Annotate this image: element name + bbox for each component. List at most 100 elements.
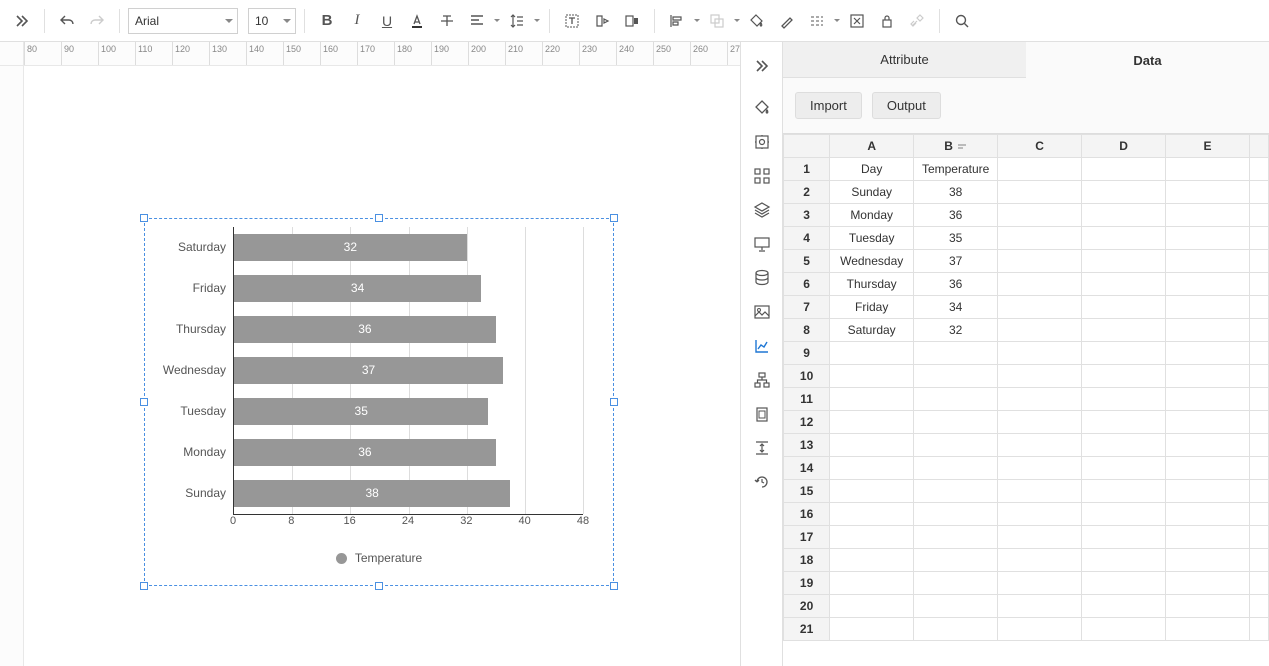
cell[interactable] bbox=[914, 595, 998, 618]
cell[interactable]: Friday bbox=[830, 296, 914, 319]
cell[interactable] bbox=[1250, 572, 1269, 595]
cell[interactable] bbox=[830, 434, 914, 457]
row-header[interactable]: 6 bbox=[784, 273, 830, 296]
cell[interactable] bbox=[998, 480, 1082, 503]
cell[interactable] bbox=[1082, 342, 1166, 365]
chart-bar[interactable]: 32 bbox=[234, 234, 467, 260]
cell[interactable] bbox=[830, 411, 914, 434]
cell[interactable] bbox=[914, 365, 998, 388]
strikethrough-button[interactable] bbox=[433, 7, 461, 35]
row-header[interactable]: 15 bbox=[784, 480, 830, 503]
cell[interactable] bbox=[1166, 549, 1250, 572]
cell[interactable] bbox=[998, 503, 1082, 526]
cell[interactable] bbox=[1250, 480, 1269, 503]
cell[interactable] bbox=[1166, 204, 1250, 227]
cell[interactable] bbox=[1082, 296, 1166, 319]
cell[interactable] bbox=[1082, 526, 1166, 549]
cell[interactable] bbox=[1082, 572, 1166, 595]
resize-handle-tl[interactable] bbox=[140, 214, 148, 222]
cell[interactable]: Monday bbox=[830, 204, 914, 227]
cell[interactable] bbox=[1082, 595, 1166, 618]
cell[interactable] bbox=[998, 595, 1082, 618]
cell[interactable] bbox=[1082, 181, 1166, 204]
cell[interactable] bbox=[998, 411, 1082, 434]
chart-selection[interactable]: Saturday32Friday34Thursday36Wednesday37T… bbox=[144, 218, 614, 586]
settings-button[interactable] bbox=[746, 126, 778, 158]
cell[interactable] bbox=[830, 480, 914, 503]
cell[interactable] bbox=[998, 549, 1082, 572]
cell[interactable] bbox=[1166, 411, 1250, 434]
cell[interactable] bbox=[1082, 411, 1166, 434]
cell[interactable] bbox=[998, 181, 1082, 204]
cell[interactable] bbox=[830, 595, 914, 618]
tab-attribute[interactable]: Attribute bbox=[783, 42, 1026, 78]
cell[interactable] bbox=[914, 503, 998, 526]
cell[interactable] bbox=[914, 526, 998, 549]
cell[interactable]: 36 bbox=[914, 273, 998, 296]
lock-button[interactable] bbox=[873, 7, 901, 35]
border-style-button[interactable] bbox=[803, 7, 831, 35]
theme-button[interactable] bbox=[746, 92, 778, 124]
cell[interactable] bbox=[830, 457, 914, 480]
tools-button[interactable] bbox=[903, 7, 931, 35]
cell[interactable] bbox=[1082, 549, 1166, 572]
cell[interactable] bbox=[830, 365, 914, 388]
line-spacing-button[interactable] bbox=[503, 7, 531, 35]
cell[interactable] bbox=[998, 365, 1082, 388]
expand-toolbar-button[interactable] bbox=[8, 7, 36, 35]
collapse-panel-button[interactable] bbox=[746, 50, 778, 82]
cell[interactable] bbox=[1166, 273, 1250, 296]
cell[interactable] bbox=[1166, 227, 1250, 250]
cell[interactable] bbox=[830, 503, 914, 526]
resize-handle-ml[interactable] bbox=[140, 398, 148, 406]
cell[interactable] bbox=[830, 549, 914, 572]
cell[interactable] bbox=[1166, 457, 1250, 480]
cell[interactable] bbox=[998, 526, 1082, 549]
cell[interactable]: Day bbox=[830, 158, 914, 181]
cell[interactable] bbox=[830, 342, 914, 365]
cell[interactable] bbox=[914, 342, 998, 365]
output-button[interactable]: Output bbox=[872, 92, 941, 119]
cell[interactable]: Tuesday bbox=[830, 227, 914, 250]
row-header[interactable]: 1 bbox=[784, 158, 830, 181]
cell[interactable]: 32 bbox=[914, 319, 998, 342]
cell[interactable]: 35 bbox=[914, 227, 998, 250]
row-header[interactable]: 18 bbox=[784, 549, 830, 572]
cell[interactable]: 36 bbox=[914, 204, 998, 227]
cell[interactable] bbox=[1082, 273, 1166, 296]
row-header[interactable]: 14 bbox=[784, 457, 830, 480]
cell[interactable] bbox=[998, 572, 1082, 595]
cell[interactable] bbox=[1166, 388, 1250, 411]
align-button[interactable] bbox=[463, 7, 491, 35]
align-dropdown[interactable] bbox=[493, 19, 501, 22]
row-header[interactable]: 20 bbox=[784, 595, 830, 618]
search-button[interactable] bbox=[948, 7, 976, 35]
cell[interactable] bbox=[914, 572, 998, 595]
cell[interactable] bbox=[1250, 365, 1269, 388]
cell[interactable] bbox=[998, 319, 1082, 342]
cell[interactable]: Wednesday bbox=[830, 250, 914, 273]
cell[interactable] bbox=[998, 227, 1082, 250]
cell[interactable] bbox=[1250, 388, 1269, 411]
resize-handle-bm[interactable] bbox=[375, 582, 383, 590]
cell[interactable] bbox=[1166, 158, 1250, 181]
cell[interactable] bbox=[1082, 204, 1166, 227]
cell[interactable] bbox=[1250, 227, 1269, 250]
cell[interactable] bbox=[914, 618, 998, 641]
widgets-button[interactable] bbox=[746, 160, 778, 192]
cell[interactable] bbox=[998, 204, 1082, 227]
cell[interactable] bbox=[1250, 158, 1269, 181]
image-button[interactable] bbox=[746, 296, 778, 328]
cell[interactable] bbox=[830, 526, 914, 549]
row-header[interactable]: 3 bbox=[784, 204, 830, 227]
layers-button[interactable] bbox=[746, 194, 778, 226]
cell[interactable] bbox=[914, 411, 998, 434]
cell[interactable] bbox=[914, 480, 998, 503]
overflow-visible-button[interactable] bbox=[618, 7, 646, 35]
cell[interactable] bbox=[998, 457, 1082, 480]
cell[interactable] bbox=[1250, 181, 1269, 204]
bold-button[interactable]: B bbox=[313, 7, 341, 35]
cell[interactable] bbox=[998, 296, 1082, 319]
redo-button[interactable] bbox=[83, 7, 111, 35]
group-dropdown[interactable] bbox=[733, 19, 741, 22]
